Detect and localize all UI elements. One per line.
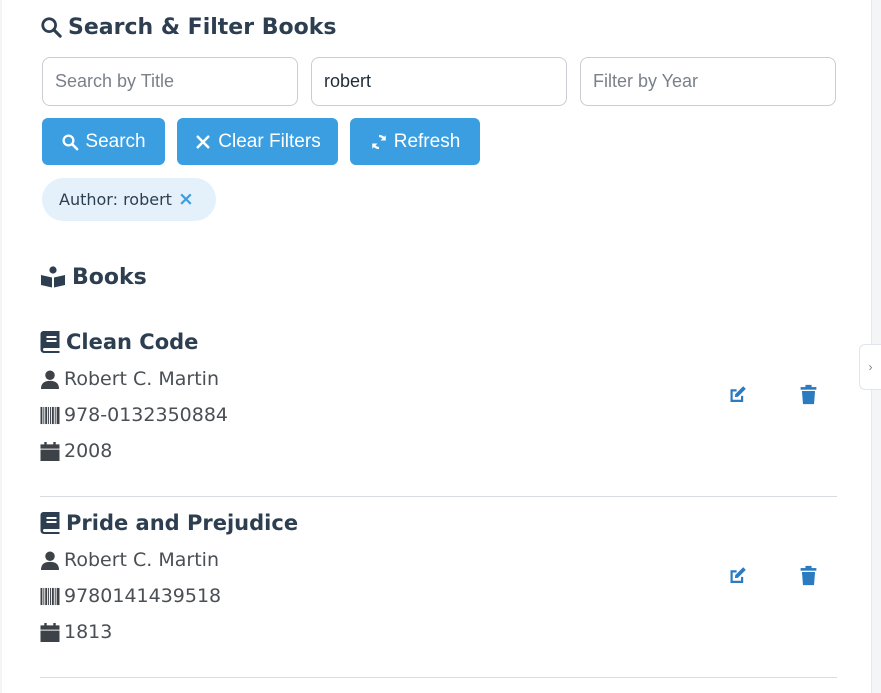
book-isbn: 978-0132350884 xyxy=(40,401,228,429)
edit-icon xyxy=(730,566,746,583)
book-title-text: Pride and Prejudice xyxy=(66,511,299,535)
book-year-text: 1813 xyxy=(64,621,113,643)
title-search-input[interactable] xyxy=(42,57,298,106)
page-title: Search & Filter Books xyxy=(40,12,336,42)
active-filter-chip: Author: robert × xyxy=(42,178,216,221)
book-card: Pride and Prejudice Robert C. Martin 978… xyxy=(40,508,837,678)
action-buttons: Search Clear Filters Refresh xyxy=(42,118,480,165)
book-year: 1813 xyxy=(40,618,112,646)
book-author-text: Robert C. Martin xyxy=(64,549,219,571)
active-filter-label: Author: robert xyxy=(59,190,172,209)
book-author: Robert C. Martin xyxy=(40,546,219,574)
search-icon xyxy=(62,134,79,150)
book-author: Robert C. Martin xyxy=(40,365,219,393)
refresh-button[interactable]: Refresh xyxy=(350,118,480,165)
refresh-icon xyxy=(371,134,386,149)
books-section-title: Books xyxy=(72,264,147,290)
delete-button[interactable] xyxy=(795,381,821,407)
user-icon xyxy=(40,369,60,389)
book-icon xyxy=(40,331,60,353)
book-title: Pride and Prejudice xyxy=(40,508,298,538)
book-card: Clean Code Robert C. Martin 978-01323508… xyxy=(40,327,837,497)
calendar-icon xyxy=(40,622,60,642)
book-year: 2008 xyxy=(40,437,112,465)
clear-filters-label: Clear Filters xyxy=(218,130,321,152)
chevron-right-icon: › xyxy=(868,360,873,374)
delete-button[interactable] xyxy=(795,562,821,588)
user-icon xyxy=(40,550,60,570)
book-year-text: 2008 xyxy=(64,440,113,462)
author-search-input[interactable] xyxy=(311,57,567,106)
filter-inputs xyxy=(42,57,837,106)
search-button-label: Search xyxy=(85,130,146,152)
close-icon xyxy=(196,134,210,149)
search-panel: Search & Filter Books Search Clear Filte… xyxy=(2,0,872,693)
book-isbn-text: 9780141439518 xyxy=(64,585,222,607)
refresh-label: Refresh xyxy=(393,130,461,152)
sidebar-collapse-toggle[interactable]: › xyxy=(859,344,881,390)
page-title-text: Search & Filter Books xyxy=(68,14,337,40)
book-icon xyxy=(40,512,60,534)
books-section-header: Books xyxy=(40,262,147,292)
remove-filter-icon[interactable]: × xyxy=(178,190,194,209)
calendar-icon xyxy=(40,441,60,461)
search-title-icon xyxy=(41,17,62,38)
trash-icon xyxy=(800,384,816,404)
barcode-icon xyxy=(40,587,60,605)
book-author-text: Robert C. Martin xyxy=(64,368,219,390)
search-button[interactable]: Search xyxy=(42,118,165,165)
book-isbn-text: 978-0132350884 xyxy=(64,404,229,426)
clear-filters-button[interactable]: Clear Filters xyxy=(177,118,338,165)
barcode-icon xyxy=(40,406,60,424)
trash-icon xyxy=(800,565,816,585)
edit-button[interactable] xyxy=(724,381,750,407)
edit-button[interactable] xyxy=(724,562,750,588)
book-title-text: Clean Code xyxy=(66,330,199,354)
book-title: Clean Code xyxy=(40,327,198,357)
year-filter-input[interactable] xyxy=(580,57,836,106)
book-isbn: 9780141439518 xyxy=(40,582,221,610)
edit-icon xyxy=(730,385,746,402)
book-reader-icon xyxy=(41,266,65,288)
